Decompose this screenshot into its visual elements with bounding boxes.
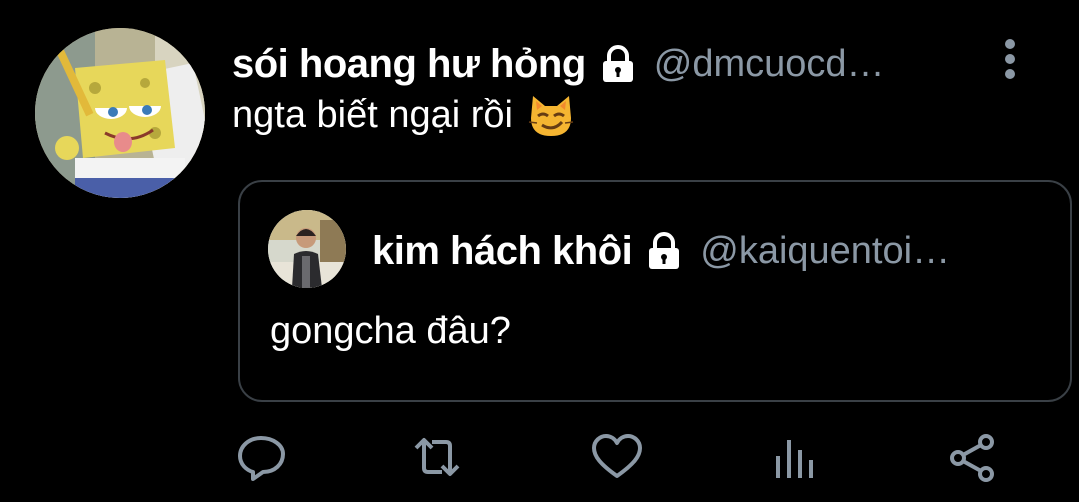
heart-icon bbox=[592, 434, 642, 478]
quoted-tweet-header: kim hách khôi @kaiquentoi… bbox=[372, 226, 950, 276]
retweet-icon bbox=[414, 438, 460, 476]
quoted-author-display-name[interactable]: kim hách khôi bbox=[372, 229, 633, 274]
tweet-text: ngta biết ngại rồi bbox=[232, 92, 575, 138]
reply-button[interactable] bbox=[235, 432, 289, 482]
retweet-button[interactable] bbox=[410, 432, 464, 482]
quoted-tweet[interactable]: kim hách khôi @kaiquentoi… gongcha đâu? bbox=[238, 180, 1072, 402]
spongebob-avatar-image bbox=[35, 28, 205, 198]
quoted-tweet-text: gongcha đâu? bbox=[270, 310, 511, 352]
tweet-header: sói hoang hư hỏng @dmcuocd… bbox=[232, 38, 885, 90]
quoted-author-handle[interactable]: @kaiquentoi… bbox=[700, 230, 950, 273]
person-photo-avatar-image bbox=[268, 210, 346, 288]
analytics-button[interactable] bbox=[768, 432, 822, 482]
quoted-author-avatar[interactable] bbox=[268, 210, 346, 288]
analytics-icon bbox=[776, 440, 813, 478]
author-display-name[interactable]: sói hoang hư hỏng bbox=[232, 42, 586, 87]
author-handle[interactable]: @dmcuocd… bbox=[654, 43, 885, 86]
share-button[interactable] bbox=[946, 432, 1000, 482]
like-button[interactable] bbox=[590, 432, 644, 482]
lock-icon bbox=[644, 231, 684, 271]
author-avatar[interactable] bbox=[35, 28, 205, 198]
reply-icon bbox=[238, 436, 285, 481]
lock-icon bbox=[598, 44, 638, 84]
share-icon bbox=[950, 434, 994, 482]
smirking-cat-emoji-icon bbox=[527, 92, 575, 138]
more-vertical-icon[interactable] bbox=[990, 36, 1030, 82]
tweet-text-content: ngta biết ngại rồi bbox=[232, 93, 513, 136]
